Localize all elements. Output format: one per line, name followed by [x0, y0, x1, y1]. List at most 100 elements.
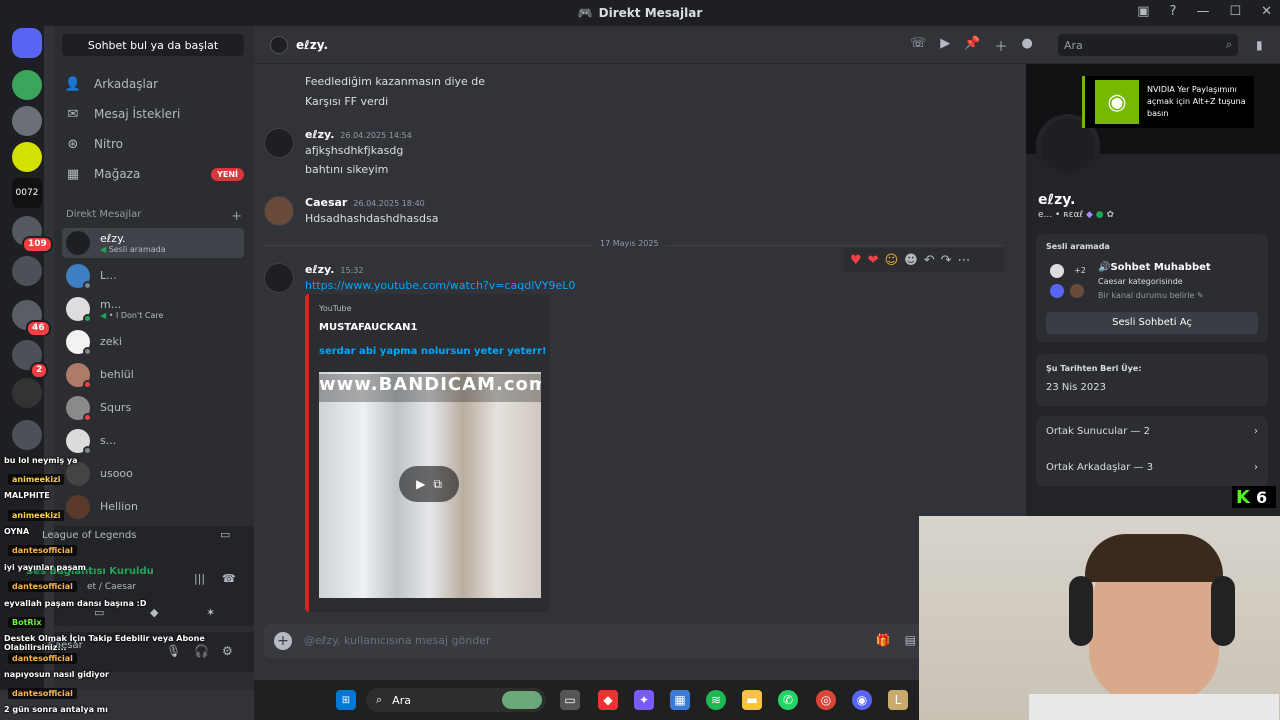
avatar — [66, 429, 92, 455]
channel-status[interactable]: Bir kanal durumu belirle ✎ — [1098, 291, 1204, 300]
inbox-icon[interactable]: ▮ — [1256, 38, 1263, 52]
dm-item[interactable]: zeki — [62, 327, 244, 357]
avatar — [1050, 264, 1064, 278]
forward-icon[interactable]: ↷ — [941, 253, 952, 268]
add-friend-icon[interactable]: ＋ — [994, 36, 1007, 55]
task-view-icon[interactable]: ▭ — [560, 690, 580, 710]
chat-message: iyi yayınlar paşam — [4, 563, 86, 572]
home-button[interactable] — [12, 28, 42, 58]
dm-item[interactable]: s... — [62, 426, 244, 456]
avatar[interactable] — [264, 196, 294, 226]
chat-username: animeekizi — [8, 474, 65, 485]
new-badge: YENİ — [211, 167, 244, 181]
stream-chat-overlay: bu lol neymiş ya animeekizi MALPHITE ani… — [0, 454, 250, 718]
create-dm-button[interactable]: + — [231, 209, 242, 224]
server-icon[interactable] — [12, 420, 42, 450]
dm-item[interactable]: L... — [62, 261, 244, 291]
chrome-icon[interactable]: ◎ — [816, 690, 836, 710]
help-icon[interactable]: ? — [1170, 4, 1177, 19]
store-icon[interactable]: ▦ — [670, 690, 690, 710]
embed-provider: YouTube — [319, 304, 352, 313]
profile-name: eℓzy. — [1038, 192, 1076, 208]
nav-message-requests[interactable]: ✉ Mesaj İstekleri — [64, 100, 244, 128]
heart-reaction-icon[interactable]: ❤ — [868, 253, 879, 268]
play-button[interactable]: ▶ ⧉ — [399, 466, 459, 502]
embed-author[interactable]: MUSTAFAUCKAN1 — [319, 322, 417, 333]
pin-icon[interactable]: 📌 — [964, 36, 980, 55]
minimize-button[interactable]: — — [1196, 4, 1209, 19]
chat-message: MALPHITE — [4, 491, 50, 500]
mutual-friends-link[interactable]: Ortak Arkadaşlar — 3 › — [1046, 462, 1258, 473]
taskbar-search[interactable]: ⌕ Ara — [366, 688, 546, 712]
webcam-overlay — [919, 516, 1280, 720]
dm-item[interactable]: Squrs — [62, 393, 244, 423]
gift-icon[interactable]: 🎁 — [876, 633, 891, 647]
search-icon: ⌕ — [1225, 38, 1232, 51]
open-voice-button[interactable]: Sesli Sohbeti Aç — [1046, 312, 1258, 334]
file-explorer-icon[interactable]: ▬ — [742, 690, 762, 710]
nav-store[interactable]: ▦ Mağaza YENİ — [64, 160, 244, 188]
edit-icon: ✎ — [1197, 291, 1204, 300]
store-icon: ▦ — [66, 166, 80, 182]
dm-item[interactable]: behlül — [62, 360, 244, 390]
chat-message: bu lol neymiş ya — [4, 456, 78, 465]
avatar — [66, 297, 92, 323]
gif-icon[interactable]: ▤ — [905, 633, 916, 647]
more-icon[interactable]: ⋯ — [958, 253, 971, 268]
maximize-button[interactable]: ☐ — [1229, 4, 1241, 19]
nvidia-overlay-toast: ◉ NVIDIA Yer Paylaşımını açmak için Alt+… — [1082, 76, 1254, 128]
voice-channel-name[interactable]: 🔊Sohbet Muhabbet — [1098, 262, 1211, 273]
server-icon[interactable] — [12, 378, 42, 408]
server-icon[interactable] — [12, 70, 42, 100]
user-profile-icon[interactable]: ● — [1021, 36, 1032, 55]
embed-title[interactable]: serdar abi yapma nolursun yeter yeterr! — [319, 346, 547, 357]
badge-icon: ✿ — [1106, 210, 1115, 220]
chat-username: dantesofficial — [8, 688, 77, 699]
server-icon[interactable]: 0072 — [12, 178, 42, 208]
league-icon[interactable]: L — [888, 690, 908, 710]
spotify-icon[interactable]: ≋ — [706, 690, 726, 710]
heart-reaction-icon[interactable]: ♥ — [850, 253, 862, 268]
voice-category: Caesar kategorisinde — [1098, 277, 1183, 286]
mutual-servers-link[interactable]: Ortak Sunucular — 2 › — [1046, 426, 1258, 437]
avatar[interactable] — [270, 36, 288, 54]
video-thumbnail[interactable]: www.BANDICAM.com ▶ ⧉ — [319, 372, 541, 598]
windows-start-icon[interactable]: ⊞ — [336, 690, 356, 710]
avatar — [1050, 284, 1064, 298]
message-input[interactable]: + @eℓzy. kullanıcısına mesaj gönder 🎁 ▤ — [264, 624, 924, 658]
reply-icon[interactable]: ↶ — [924, 253, 935, 268]
server-icon[interactable] — [12, 142, 42, 172]
voice-call-icon[interactable]: ☏ — [910, 36, 926, 55]
attach-button[interactable]: + — [274, 632, 292, 650]
voice-icon: ◀ — [100, 310, 107, 320]
video-call-icon[interactable]: ▶ — [940, 36, 950, 55]
close-button[interactable]: ✕ — [1261, 4, 1272, 19]
dm-item[interactable]: m... ◀ • I Don't Care — [62, 294, 244, 324]
chat-title[interactable]: eℓzy. — [296, 38, 328, 52]
whatsapp-icon[interactable]: ✆ — [778, 690, 798, 710]
nav-friends[interactable]: 👤 Arkadaşlar — [64, 70, 244, 98]
server-icon[interactable] — [12, 106, 42, 136]
avatar — [66, 231, 90, 255]
friends-icon: 👤 — [64, 76, 82, 92]
copilot-icon[interactable]: ✦ — [634, 690, 654, 710]
message-link[interactable]: https://www.youtube.com/watch?v=caqdlVY9… — [305, 279, 575, 292]
avatar[interactable] — [264, 263, 294, 293]
streamer-shirt — [1029, 694, 1279, 720]
mention-badge: 109 — [22, 236, 53, 253]
voice-count: +2 — [1074, 266, 1086, 275]
app-icon[interactable]: ◆ — [598, 690, 618, 710]
dm-item[interactable]: eℓzy. ◀ Sesli aramada — [62, 228, 244, 258]
server-folder[interactable] — [12, 256, 42, 286]
find-conversation-button[interactable]: Sohbet bul ya da başlat — [62, 34, 244, 56]
search-input[interactable]: Ara ⌕ — [1058, 34, 1238, 56]
chat-message: 2 gün sonra antalya mı — [4, 705, 108, 714]
discord-taskbar-icon[interactable]: ◉ — [852, 690, 872, 710]
avatar[interactable] — [264, 128, 294, 158]
nav-nitro[interactable]: ⊛ Nitro — [64, 130, 244, 158]
chat-header: eℓzy. ☏ ▶ 📌 ＋ ● Ara ⌕ ▮ — [254, 26, 1280, 64]
smile-reaction-icon[interactable]: ☺ — [885, 253, 899, 268]
add-reaction-icon[interactable]: ☻ — [904, 253, 918, 268]
inbox-icon[interactable]: ▣ — [1137, 4, 1149, 19]
voice-card: Sesli aramada +2 🔊Sohbet Muhabbet Caesar… — [1036, 234, 1268, 342]
